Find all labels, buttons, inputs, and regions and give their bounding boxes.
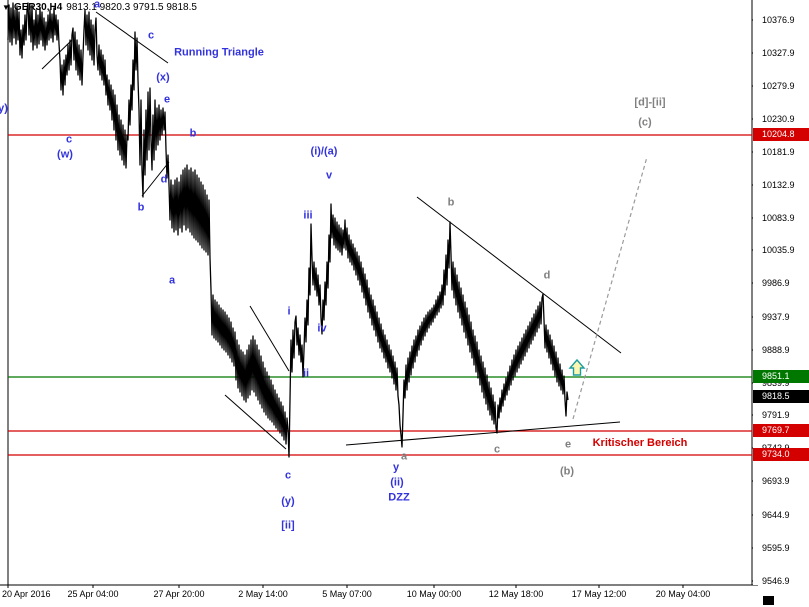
price-tick-label: 9937.9: [762, 312, 790, 322]
time-tick-label: 17 May 12:00: [572, 589, 627, 599]
trendline-1[interactable]: [96, 12, 168, 63]
time-tick-label: 25 Apr 04:00: [67, 589, 118, 599]
price-tick-label: 10279.9: [762, 81, 795, 91]
chart-canvas[interactable]: [0, 0, 809, 607]
time-tick-label: 20 Apr 2016: [2, 589, 51, 599]
price-tick-label: 9546.9: [762, 576, 790, 586]
time-tick-label: 5 May 07:00: [322, 589, 372, 599]
price-badge-9818.5: 9818.5: [753, 390, 809, 403]
price-tick-label: 9791.9: [762, 410, 790, 420]
price-tick-label: 9595.9: [762, 543, 790, 553]
price-tick-label: 10181.9: [762, 147, 795, 157]
price-tick-label: 9644.9: [762, 510, 790, 520]
price-tick-label: 9693.9: [762, 476, 790, 486]
price-tick-label: 10035.9: [762, 245, 795, 255]
trendline-3[interactable]: [142, 162, 169, 196]
price-tick-label: 9986.9: [762, 278, 790, 288]
forecast-dashed-line[interactable]: [573, 157, 647, 419]
price-badge-9734.0: 9734.0: [753, 448, 809, 461]
time-tick-label: 12 May 18:00: [489, 589, 544, 599]
time-axis[interactable]: 20 Apr 2016 25 Apr 04:00 27 Apr 20:00 2 May…: [0, 588, 809, 607]
time-tick-label: 20 May 04:00: [656, 589, 711, 599]
time-tick-label: 2 May 14:00: [238, 589, 288, 599]
up-arrow-icon[interactable]: [570, 360, 584, 375]
price-tick-label: 10132.9: [762, 180, 795, 190]
price-tick-label: 10376.9: [762, 15, 795, 25]
price-tick-label: 10327.9: [762, 48, 795, 58]
trendline-7[interactable]: [346, 422, 620, 445]
price-axis[interactable]: 10376.9 10327.9 10279.9 10230.9 10181.9 10132…: [753, 0, 809, 585]
price-tick-label: 9888.9: [762, 345, 790, 355]
price-series-path: [8, 3, 568, 457]
axis-corner-marker: [763, 596, 774, 605]
time-tick-label: 27 Apr 20:00: [153, 589, 204, 599]
price-badge-9769.7: 9769.7: [753, 424, 809, 437]
price-badge-9851.1: 9851.1: [753, 370, 809, 383]
mt4-chart-window: ▼ GER30,H4 9813.1 9820.3 9791.5 9818.5 a…: [0, 0, 809, 607]
price-tick-label: 10083.9: [762, 213, 795, 223]
price-tick-label: 10230.9: [762, 114, 795, 124]
price-badge-10204.8: 10204.8: [753, 128, 809, 141]
time-tick-label: 10 May 00:00: [407, 589, 462, 599]
